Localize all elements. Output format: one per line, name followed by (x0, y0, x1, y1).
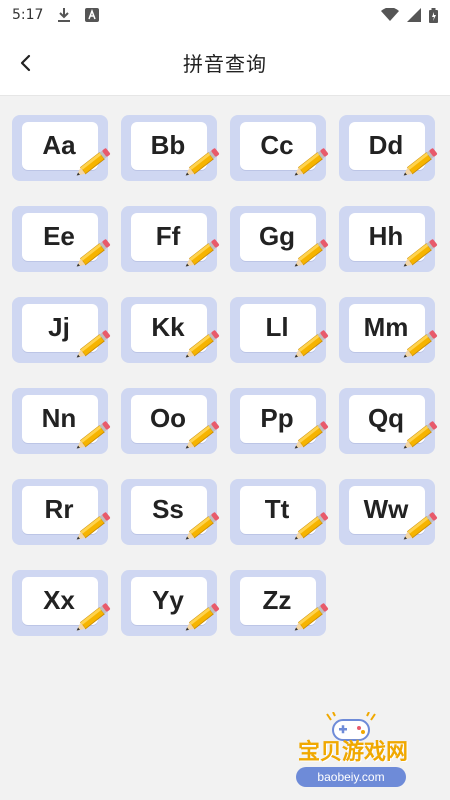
pencil-icon (292, 600, 332, 634)
pencil-icon (183, 236, 223, 270)
chevron-left-icon (20, 54, 31, 71)
letter-card[interactable]: Ss (121, 479, 220, 547)
letter-card[interactable]: Rr (12, 479, 111, 547)
letter-card[interactable]: Dd (339, 115, 438, 183)
page-title: 拼音查询 (183, 52, 267, 76)
letter-card[interactable]: Jj (12, 297, 111, 365)
letter-card[interactable]: Bb (121, 115, 220, 183)
pencil-icon (74, 509, 114, 543)
letter-card[interactable]: Mm (339, 297, 438, 365)
letter-card[interactable]: Nn (12, 388, 111, 456)
app-header: 拼音查询 (0, 30, 450, 96)
letter-card[interactable]: Aa (12, 115, 111, 183)
status-time: 5:17 (12, 7, 44, 23)
letter-card[interactable]: Oo (121, 388, 220, 456)
pencil-icon (401, 509, 441, 543)
pencil-icon (74, 236, 114, 270)
pencil-icon (401, 327, 441, 361)
pencil-icon (292, 327, 332, 361)
pencil-icon (74, 418, 114, 452)
download-icon (57, 7, 71, 23)
wifi-icon (381, 8, 399, 22)
back-button[interactable] (12, 49, 40, 77)
letter-card[interactable]: Ff (121, 206, 220, 274)
pencil-icon (292, 418, 332, 452)
watermark: 宝贝游戏网 baobeiy.com (268, 712, 438, 792)
pencil-icon (74, 327, 114, 361)
pencil-icon (183, 600, 223, 634)
pencil-icon (74, 145, 114, 179)
pencil-icon (74, 600, 114, 634)
pencil-icon (401, 236, 441, 270)
pencil-icon (183, 418, 223, 452)
letter-card[interactable]: Xx (12, 570, 111, 638)
letter-card[interactable]: Kk (121, 297, 220, 365)
letter-card[interactable]: Zz (230, 570, 329, 638)
letter-card[interactable]: Gg (230, 206, 329, 274)
pencil-icon (401, 418, 441, 452)
letter-card[interactable]: Ll (230, 297, 329, 365)
status-bar: 5:17 (0, 0, 450, 30)
pencil-icon (183, 509, 223, 543)
pencil-icon (401, 145, 441, 179)
pencil-icon (183, 145, 223, 179)
watermark-text: 宝贝游戏网 (297, 740, 408, 765)
letter-card[interactable]: Ww (339, 479, 438, 547)
letter-card[interactable]: Pp (230, 388, 329, 456)
letter-card[interactable]: Yy (121, 570, 220, 638)
a-icon (85, 8, 100, 22)
letter-card[interactable]: Tt (230, 479, 329, 547)
letter-card[interactable]: Cc (230, 115, 329, 183)
watermark-url: baobeiy.com (296, 767, 406, 787)
pencil-icon (183, 327, 223, 361)
pencil-icon (292, 236, 332, 270)
letter-grid: Aa Bb Cc Dd Ee Ff Gg Hh Jj Kk Ll Mm Nn Oo Pp Qq Rr Ss Tt Ww… (12, 115, 438, 638)
letter-card[interactable]: Hh (339, 206, 438, 274)
battery-icon (429, 7, 438, 23)
pencil-icon (292, 509, 332, 543)
letter-card[interactable]: Ee (12, 206, 111, 274)
pencil-icon (292, 145, 332, 179)
signal-icon (407, 8, 421, 22)
letter-card[interactable]: Qq (339, 388, 438, 456)
